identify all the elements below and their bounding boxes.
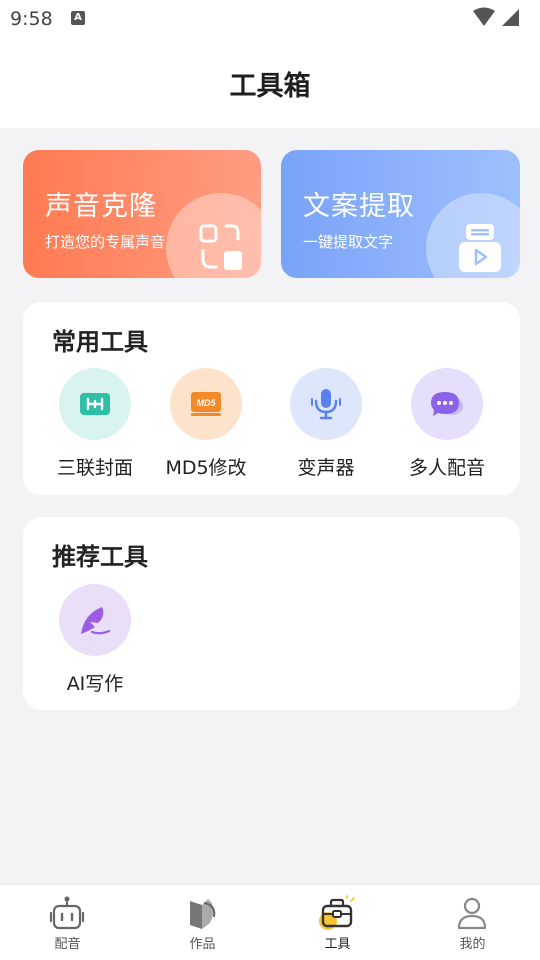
notification-icon: A xyxy=(71,11,85,25)
text-extract-title: 文案提取 xyxy=(303,191,415,222)
microphone-icon xyxy=(290,368,362,440)
works-icon xyxy=(190,899,216,929)
tool-md5-modify[interactable]: MD5 MD5修改 xyxy=(151,368,261,480)
wifi-signal-icon xyxy=(473,7,519,26)
toolbox-icon xyxy=(319,895,355,930)
tool-label: 变声器 xyxy=(297,457,355,479)
tab-label: 我的 xyxy=(459,937,486,952)
tab-label: 工具 xyxy=(324,937,351,952)
voice-clone-subtitle: 打造您的专属声音 xyxy=(45,233,166,251)
recommended-tools-title: 推荐工具 xyxy=(52,543,148,571)
tool-label: 多人配音 xyxy=(408,457,485,479)
tab-profile[interactable]: 我的 xyxy=(405,885,540,960)
triptych-cover-icon xyxy=(59,368,131,440)
tool-voice-changer[interactable]: 变声器 xyxy=(271,368,381,480)
tab-works[interactable]: 作品 xyxy=(135,885,270,960)
voice-clone-card[interactable]: 声音克隆 打造您的专属声音 xyxy=(23,150,261,278)
voice-clone-title: 声音克隆 xyxy=(45,191,157,222)
tab-dubbing[interactable]: 配音 xyxy=(0,885,135,960)
md5-badge: MD5 xyxy=(196,398,216,408)
scan-clone-icon xyxy=(199,224,242,270)
tab-label: 作品 xyxy=(189,937,216,952)
text-extract-card[interactable]: 文案提取 一键提取文字 xyxy=(281,150,520,278)
robot-icon xyxy=(49,896,85,930)
tool-label: 三联封面 xyxy=(56,457,133,479)
page-title: 工具箱 xyxy=(229,71,311,102)
status-time: 9:58 xyxy=(10,8,53,30)
quill-pen-icon xyxy=(59,584,131,656)
tool-label: MD5修改 xyxy=(165,457,247,479)
tool-triptych-cover[interactable]: 三联封面 xyxy=(40,368,150,480)
recommended-tools-panel: 推荐工具 AI写作 xyxy=(23,517,520,710)
chat-bubble-icon xyxy=(411,368,483,440)
user-icon xyxy=(457,897,487,930)
status-indicators xyxy=(472,7,520,33)
tab-label: 配音 xyxy=(54,937,81,952)
tab-tools[interactable]: 工具 xyxy=(270,885,405,960)
video-text-icon xyxy=(459,224,501,272)
text-extract-subtitle: 一键提取文字 xyxy=(303,233,394,251)
common-tools-panel: 常用工具 三联封面 MD5 MD5修改 变声器 多人配音 xyxy=(23,302,520,495)
status-bar: 9:58 A xyxy=(0,0,540,36)
tool-ai-writing[interactable]: AI写作 xyxy=(40,584,150,696)
common-tools-title: 常用工具 xyxy=(52,328,148,356)
md5-icon: MD5 xyxy=(170,368,242,440)
bottom-tab-bar: 配音 作品 工具 我的 xyxy=(0,884,540,960)
tool-multi-dubbing[interactable]: 多人配音 xyxy=(392,368,502,480)
header: 工具箱 xyxy=(0,36,540,128)
tool-label: AI写作 xyxy=(66,673,124,695)
